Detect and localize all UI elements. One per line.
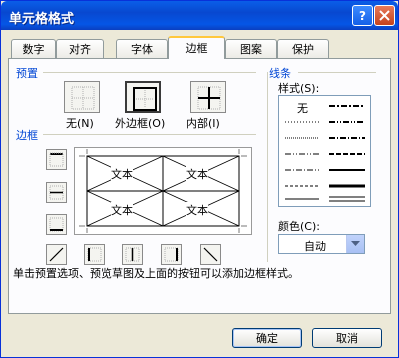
instruction-text: 单击预置选项、预览草图及上面的按钮可以添加边框样式。 (13, 267, 299, 280)
tab-font[interactable]: 字体 (116, 39, 168, 58)
format-cells-dialog: 单元格格式 ? 数字 对齐 字体 边框 图案 保护 预置 无(N) 外边框(O)… (0, 0, 399, 358)
preset-none-button[interactable] (64, 81, 100, 113)
middle-vertical-border-icon (125, 247, 140, 262)
outline-border-icon (133, 87, 157, 111)
diagonal-up-icon (49, 247, 64, 262)
border-preview[interactable]: 文本 文本 文本 文本 (74, 147, 252, 235)
border-bottom-button[interactable] (46, 214, 67, 235)
close-icon (379, 10, 390, 21)
preset-outline-label: 外边框(O) (115, 117, 166, 130)
border-middle-button[interactable] (46, 182, 67, 203)
question-icon: ? (359, 9, 366, 22)
presets-separator (43, 72, 256, 73)
color-label: 颜色(C): (278, 220, 320, 233)
svg-text:?: ? (359, 9, 366, 22)
preview-cell-text: 文本 (111, 166, 133, 182)
bottom-border-icon (49, 217, 64, 232)
middle-horizontal-border-icon (49, 185, 64, 200)
close-button[interactable] (374, 5, 395, 26)
cancel-button[interactable]: 取消 (312, 328, 382, 348)
line-group-label: 线条 (269, 67, 291, 80)
border-right-button[interactable] (161, 244, 182, 265)
help-button[interactable]: ? (352, 5, 373, 26)
tab-border[interactable]: 边框 (168, 36, 225, 59)
preset-none-label: 无(N) (66, 117, 94, 130)
chevron-down-icon (351, 241, 360, 246)
preview-cell-text: 文本 (111, 202, 133, 218)
tab-patterns[interactable]: 图案 (225, 39, 277, 58)
border-diagonal-down-button[interactable] (200, 244, 221, 265)
left-border-icon (87, 247, 102, 262)
inside-border-icon (197, 86, 221, 110)
window-title: 单元格格式 (9, 12, 75, 27)
line-separator-left (267, 72, 268, 262)
border-separator (43, 134, 256, 135)
no-border-icon (71, 86, 95, 110)
tab-alignment[interactable]: 对齐 (56, 39, 104, 58)
preview-cell-text: 文本 (186, 202, 208, 218)
right-border-icon (164, 247, 179, 262)
color-value: 自动 (304, 240, 326, 253)
diagonal-down-icon (203, 247, 218, 262)
preset-inside-button[interactable] (190, 81, 226, 113)
preset-outline-button[interactable] (125, 81, 161, 113)
border-center-button[interactable] (122, 244, 143, 265)
border-diagonal-up-button[interactable] (46, 244, 67, 265)
style-label: 样式(S): (278, 82, 320, 95)
border-group-label: 边框 (16, 129, 38, 142)
tab-number[interactable]: 数字 (11, 39, 56, 58)
border-top-button[interactable] (46, 149, 67, 170)
top-border-icon (49, 152, 64, 167)
preview-grid (79, 149, 247, 233)
color-dropdown-arrow[interactable] (346, 235, 364, 253)
color-dropdown[interactable]: 自动 (278, 234, 365, 254)
border-left-button[interactable] (84, 244, 105, 265)
preview-cell-text: 文本 (186, 166, 208, 182)
line-styles (285, 105, 365, 202)
line-separator-top (298, 72, 376, 73)
tab-protection[interactable]: 保护 (277, 39, 329, 58)
preset-inside-label: 内部(I) (186, 117, 220, 130)
presets-group-label: 预置 (16, 67, 38, 80)
ok-button[interactable]: 确定 (232, 328, 302, 348)
line-style-list[interactable]: 无 (278, 95, 371, 207)
title-bar[interactable]: 单元格格式 ? (1, 1, 398, 30)
